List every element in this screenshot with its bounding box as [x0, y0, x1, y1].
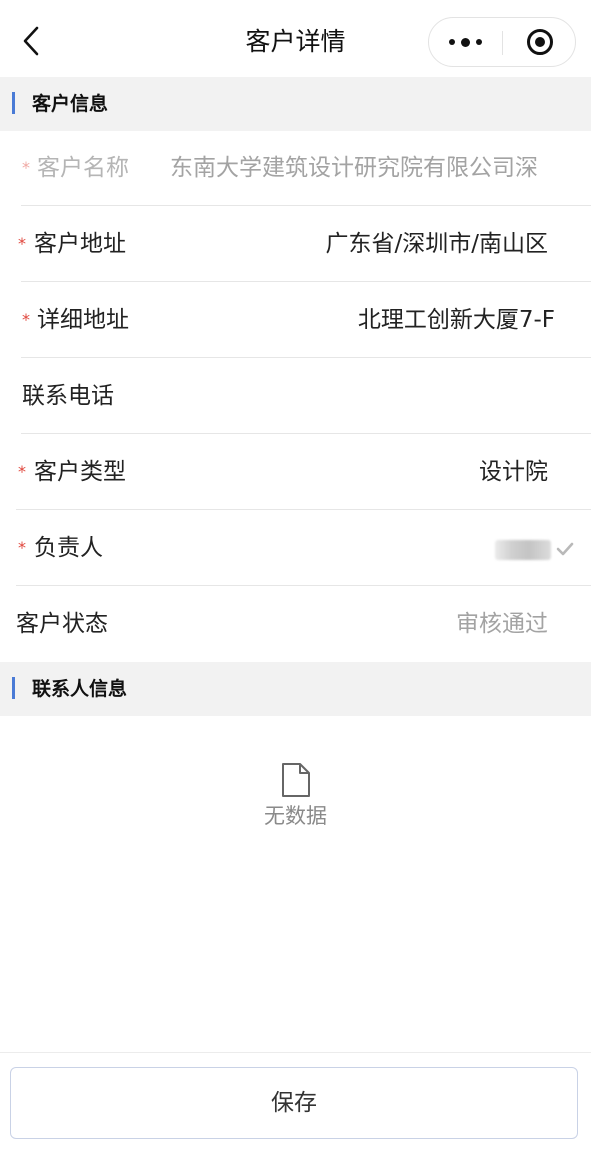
field-value: 审核通过 — [456, 611, 548, 637]
field-customer-type[interactable]: * 客户类型 设计院 — [0, 434, 591, 510]
save-button[interactable]: 保存 — [10, 1067, 578, 1139]
dot-icon — [449, 39, 455, 45]
owner-name-blurred — [495, 540, 551, 560]
field-customer-name[interactable]: * 客户名称 东南大学建筑设计研究院有限公司深 — [0, 130, 591, 206]
dot-icon — [461, 37, 470, 47]
required-mark: * — [22, 310, 30, 329]
field-label: 负责人 — [34, 535, 103, 561]
required-mark: * — [22, 158, 30, 177]
field-label: 客户地址 — [34, 231, 126, 257]
field-owner[interactable]: * 负责人 — [0, 510, 591, 586]
section-accent-bar — [12, 92, 15, 114]
field-customer-status: 客户状态 审核通过 — [0, 586, 591, 662]
field-label: 联系电话 — [22, 383, 114, 409]
field-value: 东南大学建筑设计研究院有限公司深 — [170, 155, 538, 181]
field-value: 广东省/深圳市/南山区 — [325, 231, 549, 257]
field-phone[interactable]: 联系电话 — [0, 358, 591, 434]
section-title: 客户信息 — [32, 93, 109, 115]
empty-state: 无数据 — [0, 762, 591, 830]
field-label: 客户状态 — [16, 611, 108, 637]
more-button[interactable] — [429, 18, 502, 66]
field-value: 设计院 — [479, 459, 548, 485]
required-mark: * — [18, 234, 26, 253]
field-label: 客户名称 — [37, 155, 129, 181]
section-header-contact-info: 联系人信息 — [0, 662, 591, 716]
section-accent-bar — [12, 677, 15, 699]
footer: 保存 — [0, 1052, 591, 1164]
field-detail-address[interactable]: * 详细地址 北理工创新大厦7-F — [0, 282, 591, 358]
required-mark: * — [18, 462, 26, 481]
check-icon — [556, 542, 574, 556]
field-value: 北理工创新大厦7-F — [357, 307, 555, 333]
mini-program-capsule — [428, 17, 576, 67]
section-title: 联系人信息 — [32, 678, 128, 700]
close-mini-program-button[interactable] — [503, 18, 576, 66]
empty-state-text: 无数据 — [264, 804, 327, 828]
target-icon — [526, 29, 553, 55]
field-customer-address[interactable]: * 客户地址 广东省/深圳市/南山区 — [0, 206, 591, 282]
navbar: 客户详情 — [0, 0, 591, 78]
dot-icon — [476, 39, 482, 45]
field-label: 详细地址 — [37, 307, 129, 333]
section-header-customer-info: 客户信息 — [0, 77, 591, 131]
required-mark: * — [18, 538, 26, 557]
document-icon — [281, 763, 310, 797]
field-label: 客户类型 — [34, 459, 126, 485]
